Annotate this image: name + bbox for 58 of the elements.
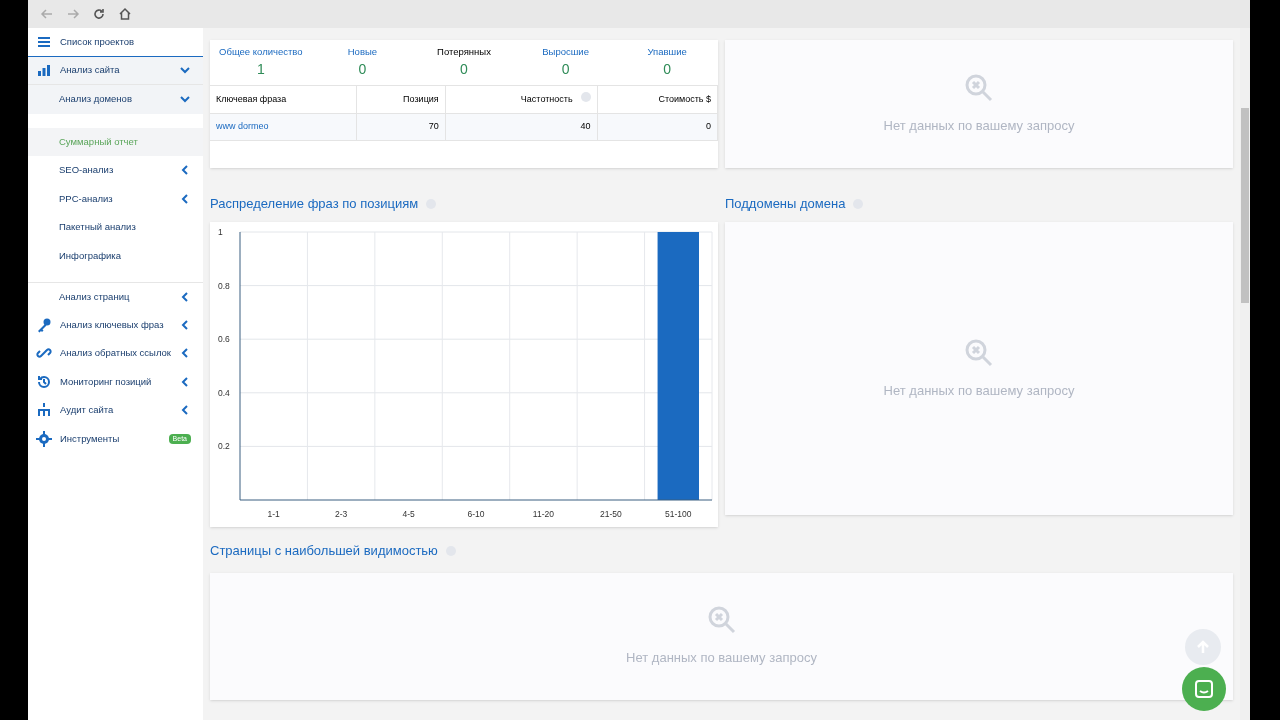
table-cell: 70 [356,113,446,141]
stat-label: Новые [347,44,378,59]
chevron-left-icon [179,404,191,417]
stat-value: 0 [460,60,468,80]
sidebar-item[interactable]: Аудит сайта [28,396,203,425]
stat-value: 0 [358,60,367,80]
section-title: Поддомены домена [725,195,846,213]
sidebar-item[interactable]: Мониторинг позиций [28,367,203,396]
empty-message: Нет данных по вашему запросу [626,649,817,668]
x-tick: 51-100 [665,508,692,519]
x-tick: 4-5 [402,508,415,519]
y-tick: 0.2 [218,440,230,451]
chat-icon [1194,678,1214,699]
history-icon [36,373,52,390]
sidebar-item[interactable]: Анализ доменов [28,85,203,114]
sidebar-item[interactable]: Пакетный анализ [28,213,203,242]
x-tick: 6-10 [467,508,485,519]
chevron-left-icon [179,290,191,303]
x-tick: 21-50 [600,508,622,519]
chevron-left-icon [179,318,191,331]
x-tick: 2-3 [335,508,348,519]
y-tick: 0.4 [218,387,230,398]
keyword-link[interactable]: www dormeo [210,113,356,141]
stat-value: 0 [663,60,672,80]
table-cell: 40 [445,113,598,141]
sidebar-item[interactable]: Анализ обратных ссылок [28,339,203,368]
y-tick: 0.8 [218,280,230,291]
key-icon [36,316,52,333]
home-icon[interactable] [118,7,132,21]
forward-icon[interactable] [66,7,80,21]
stat-label: Общее количество [219,44,303,59]
sidebar-item[interactable]: PPC-анализ [28,184,203,213]
sidebar-item[interactable]: Анализ ключевых фраз [28,310,203,339]
chevron-left-icon [179,192,191,205]
stat-label: Выросшие [542,44,589,59]
x-tick: 1-1 [267,508,280,519]
section-title: Распределение фраз по позициям [210,195,419,213]
empty-message: Нет данных по вашему запросу [883,117,1075,136]
sidebar-item[interactable]: Инфографика [28,241,203,270]
stat-label: Потерянных [437,44,491,59]
back-icon[interactable] [40,7,54,21]
chat-button[interactable] [1182,666,1226,711]
sidebar-item[interactable]: SEO-анализ [28,156,203,185]
stat-value: 1 [256,60,265,80]
sidebar-item[interactable]: Анализ сайта [28,56,203,85]
y-tick: 1 [218,226,223,237]
table-cell: 0 [597,113,718,141]
sitemap-icon [36,402,52,419]
empty-message: Нет данных по вашему запросу [883,381,1075,400]
reload-icon[interactable] [92,7,106,21]
y-tick: 0.6 [218,333,230,344]
chevron-left-icon [179,375,191,388]
chevron-left-icon [179,164,191,177]
x-tick: 11-20 [532,508,554,519]
stat-label: Упавшие [647,44,687,59]
section-title: Страницы с наибольшей видимостью [210,542,438,560]
chart-icon [36,62,52,79]
stat-value: 0 [561,60,570,80]
